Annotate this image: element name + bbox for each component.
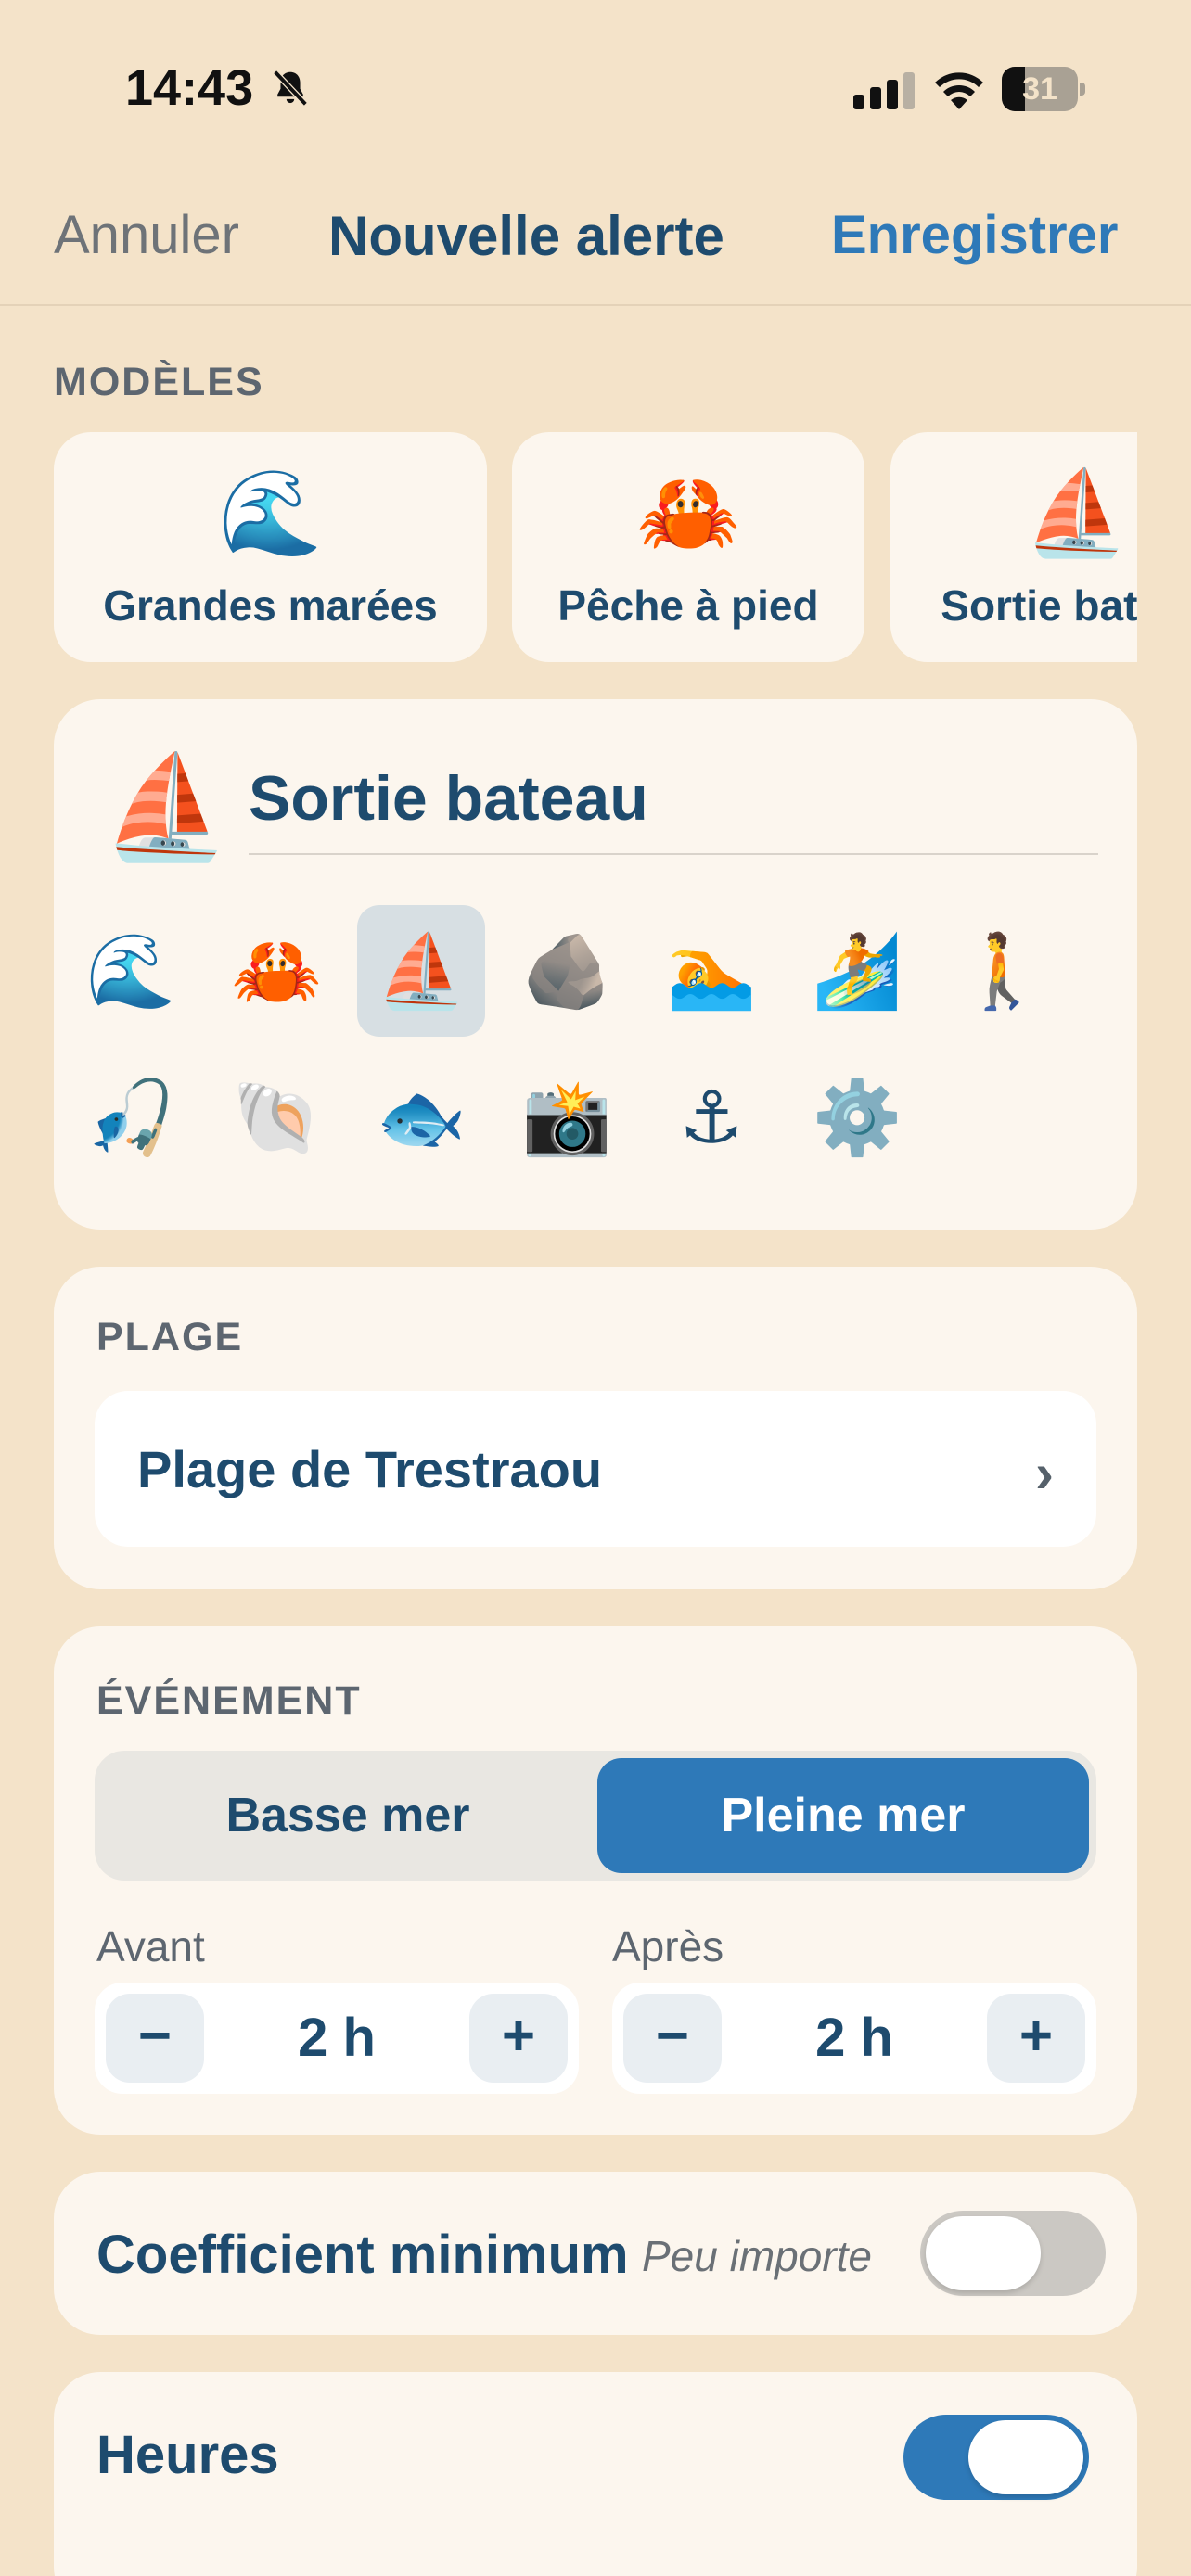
camera-icon[interactable]: 📸 xyxy=(503,1052,631,1183)
chevron-right-icon: › xyxy=(1035,1442,1054,1504)
after-minus-button[interactable]: − xyxy=(623,1994,722,2083)
template-grandes-marees[interactable]: 🌊 Grandes marées xyxy=(54,432,487,662)
sailboat-icon[interactable]: ⛵ xyxy=(357,905,485,1037)
wifi-icon xyxy=(935,72,983,109)
cellular-signal-icon xyxy=(853,72,915,109)
template-label: Grandes marées xyxy=(103,581,438,630)
before-plus-button[interactable]: + xyxy=(469,1994,568,2083)
sailboat-icon: ⛵ xyxy=(1023,467,1129,560)
cancel-button[interactable]: Annuler xyxy=(54,204,239,266)
coefficient-card: Coefficient minimum Peu importe xyxy=(54,2172,1137,2335)
hours-label: Heures xyxy=(96,2425,279,2485)
walker-icon[interactable]: 🚶 xyxy=(938,905,1066,1037)
swimmer-icon[interactable]: 🏊 xyxy=(647,905,775,1037)
coefficient-toggle[interactable] xyxy=(920,2211,1106,2296)
beach-name: Plage de Trestraou xyxy=(137,1440,603,1498)
fishing-pole-icon[interactable]: 🎣 xyxy=(67,1052,195,1183)
after-label: Après xyxy=(612,1922,724,1970)
template-label: Pêche à pied xyxy=(557,581,819,630)
event-segmented-control: Basse mer Pleine mer xyxy=(95,1751,1096,1881)
segment-pleine-mer[interactable]: Pleine mer xyxy=(597,1758,1089,1873)
after-plus-button[interactable]: + xyxy=(987,1994,1085,2083)
fish-icon[interactable]: 🐟 xyxy=(357,1052,485,1183)
shell-icon[interactable]: 🐚 xyxy=(212,1052,340,1183)
beach-selector[interactable]: Plage de Trestraou › xyxy=(95,1391,1096,1547)
before-stepper: − 2 h + xyxy=(95,1983,579,2094)
wave-icon: 🌊 xyxy=(218,467,323,560)
template-peche-a-pied[interactable]: 🦀 Pêche à pied xyxy=(512,432,864,662)
name-input-underline xyxy=(249,853,1098,855)
segment-basse-mer[interactable]: Basse mer xyxy=(102,1758,594,1873)
template-label: Sortie bateau xyxy=(941,581,1137,630)
alert-name-input[interactable]: Sortie bateau xyxy=(249,762,648,835)
event-card: ÉVÉNEMENT Basse mer Pleine mer Avant − 2… xyxy=(54,1626,1137,2135)
status-bar: 14:43 31 xyxy=(0,0,1191,139)
templates-section-label: MODÈLES xyxy=(54,360,264,404)
template-sortie-bateau[interactable]: ⛵ Sortie bateau xyxy=(890,432,1137,662)
alert-name-card: ⛵ Sortie bateau 🌊 🦀 ⛵ 🪨 🏊 🏄 🚶 🎣 🐚 🐟 📸 ⚓ ⚙️ xyxy=(54,699,1137,1230)
beach-card: PLAGE Plage de Trestraou › xyxy=(54,1267,1137,1589)
templates-carousel[interactable]: 🌊 Grandes marées 🦀 Pêche à pied ⛵ Sortie… xyxy=(54,432,1137,662)
beach-section-label: PLAGE xyxy=(96,1315,244,1359)
battery-percent: 31 xyxy=(1022,71,1057,107)
wave-icon[interactable]: 🌊 xyxy=(67,905,195,1037)
anchor-icon[interactable]: ⚓ xyxy=(647,1052,775,1183)
nav-bar: Annuler Nouvelle alerte Enregistrer xyxy=(0,176,1191,306)
page-title: Nouvelle alerte xyxy=(328,205,724,267)
hours-toggle[interactable] xyxy=(903,2415,1089,2500)
after-stepper: − 2 h + xyxy=(612,1983,1096,2094)
before-minus-button[interactable]: − xyxy=(106,1994,204,2083)
before-label: Avant xyxy=(96,1922,205,1970)
before-value: 2 h xyxy=(298,2008,376,2068)
gear-icon[interactable]: ⚙️ xyxy=(793,1052,921,1183)
status-time: 14:43 xyxy=(125,60,254,116)
selected-sailboat-icon[interactable]: ⛵ xyxy=(102,747,229,868)
save-button[interactable]: Enregistrer xyxy=(831,204,1118,266)
surfer-icon[interactable]: 🏄 xyxy=(793,905,921,1037)
crab-icon: 🦀 xyxy=(635,467,741,560)
rock-icon[interactable]: 🪨 xyxy=(503,905,631,1037)
coefficient-label: Coefficient minimum xyxy=(96,2225,629,2285)
crab-icon[interactable]: 🦀 xyxy=(212,905,340,1037)
battery-icon: 31 xyxy=(1002,67,1085,111)
coefficient-hint: Peu importe xyxy=(642,2232,873,2280)
after-value: 2 h xyxy=(815,2008,893,2068)
bell-slash-icon xyxy=(273,70,308,107)
event-section-label: ÉVÉNEMENT xyxy=(96,1678,362,1723)
hours-card: Heures xyxy=(54,2372,1137,2576)
